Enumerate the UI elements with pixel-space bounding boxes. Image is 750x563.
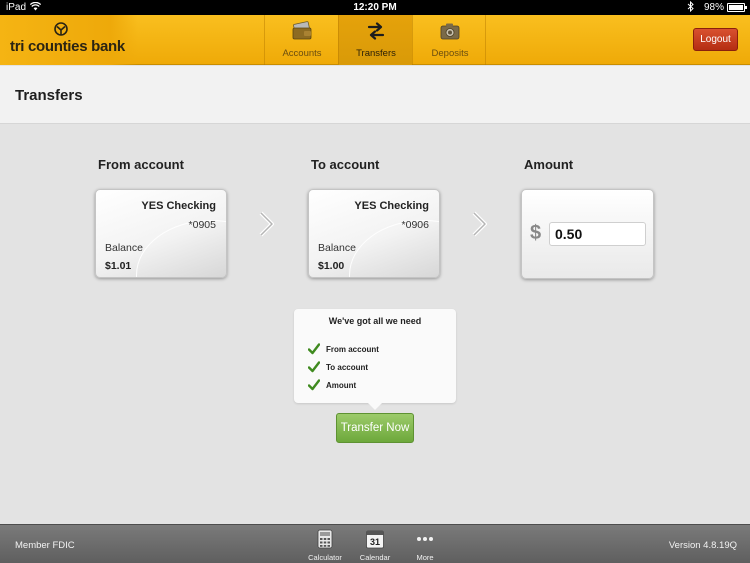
camera-icon bbox=[440, 23, 460, 40]
transfer-now-button[interactable]: Transfer Now bbox=[336, 413, 414, 443]
footer-bar: Member FDIC Calculator 31 Calendar More … bbox=[0, 524, 750, 563]
from-balance-value: $1.01 bbox=[105, 260, 132, 272]
tab-transfers-label: Transfers bbox=[356, 48, 396, 59]
amount-heading: Amount bbox=[524, 157, 574, 172]
calculator-icon bbox=[317, 529, 333, 549]
checklist-item-label: To account bbox=[326, 363, 369, 372]
battery-icon bbox=[727, 3, 747, 12]
chevron-right-icon bbox=[472, 211, 487, 237]
to-account-name: YES Checking bbox=[354, 200, 429, 212]
tab-accounts-label: Accounts bbox=[282, 48, 322, 59]
calendar-label: Calendar bbox=[359, 553, 391, 562]
bank-name: tri counties bank bbox=[10, 38, 125, 55]
tab-accounts[interactable]: Accounts bbox=[264, 15, 338, 65]
tab-transfers[interactable]: Transfers bbox=[338, 15, 412, 65]
version-label: Version 4.8.19Q bbox=[668, 540, 737, 551]
more-label: More bbox=[416, 553, 434, 562]
tab-deposits[interactable]: Deposits bbox=[412, 15, 486, 65]
to-balance-label: Balance bbox=[318, 242, 356, 254]
calendar-day: 31 bbox=[370, 537, 380, 547]
wallet-icon bbox=[292, 21, 312, 40]
amount-card: $ bbox=[521, 189, 654, 279]
battery-percent: 98% bbox=[704, 2, 725, 13]
member-fdic-label: Member FDIC bbox=[15, 540, 75, 551]
checkmark-icon bbox=[308, 343, 320, 355]
page-title: Transfers bbox=[15, 87, 83, 104]
checklist-item-label: Amount bbox=[326, 381, 357, 390]
clock: 12:20 PM bbox=[353, 2, 397, 13]
tab-deposits-label: Deposits bbox=[431, 48, 469, 59]
from-account-heading: From account bbox=[98, 157, 184, 172]
logout-button[interactable]: Logout bbox=[693, 28, 738, 51]
currency-symbol: $ bbox=[530, 222, 542, 244]
to-account-heading: To account bbox=[311, 157, 380, 172]
checklist-title: We've got all we need bbox=[328, 316, 422, 326]
checkmark-icon bbox=[308, 379, 320, 391]
from-balance-label: Balance bbox=[105, 242, 143, 254]
requirements-checklist: We've got all we need From account To ac… bbox=[294, 309, 456, 410]
from-account-card[interactable]: YES Checking *0905 Balance $1.01 bbox=[95, 189, 227, 278]
bluetooth-icon bbox=[687, 0, 694, 15]
title-bar: Transfers bbox=[0, 66, 750, 124]
checklist-item-label: From account bbox=[326, 345, 379, 354]
calculator-label: Calculator bbox=[308, 553, 342, 562]
calendar-icon: 31 bbox=[366, 530, 384, 549]
app-header: tri counties bank Accounts Transfers Dep… bbox=[0, 15, 750, 65]
transfer-arrows-icon bbox=[367, 22, 385, 40]
checkmark-icon bbox=[308, 361, 320, 373]
status-bar: iPad 12:20 PM 98% bbox=[0, 0, 750, 15]
bank-logo-mark-icon bbox=[54, 22, 68, 36]
to-balance-value: $1.00 bbox=[318, 260, 345, 272]
bank-logo: tri counties bank bbox=[0, 15, 138, 65]
to-account-number: *0906 bbox=[401, 219, 429, 231]
amount-input[interactable] bbox=[549, 222, 646, 246]
from-account-name: YES Checking bbox=[141, 200, 216, 212]
more-dots-icon bbox=[417, 537, 433, 541]
battery-level bbox=[729, 5, 743, 10]
from-account-number: *0905 bbox=[188, 219, 216, 231]
to-account-card[interactable]: YES Checking *0906 Balance $1.00 bbox=[308, 189, 440, 278]
chevron-right-icon bbox=[259, 211, 274, 237]
